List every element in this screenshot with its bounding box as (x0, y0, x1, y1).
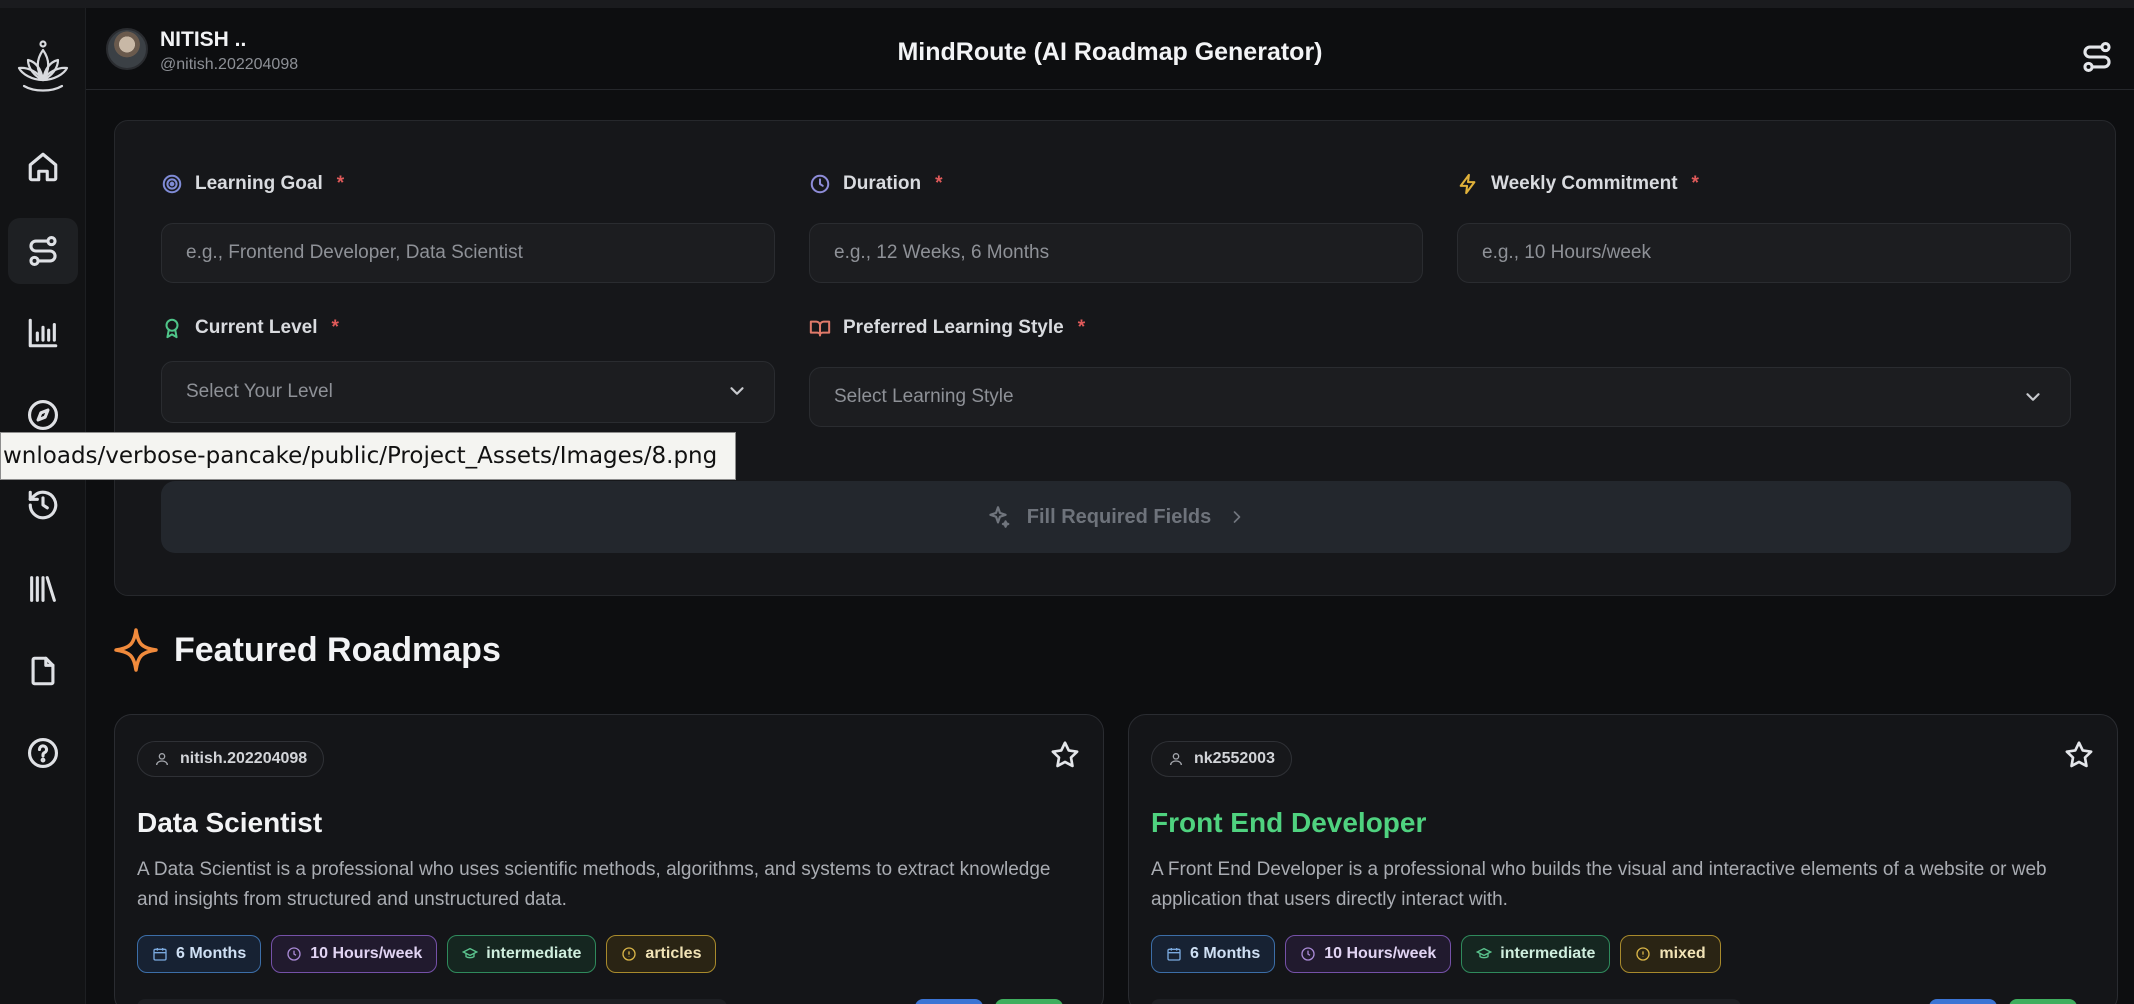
duration-tag: 6 Months (137, 935, 262, 973)
home-icon (28, 152, 58, 182)
page-title: MindRoute (AI Roadmap Generator) (897, 38, 1323, 66)
duration-label: Duration * (809, 173, 943, 195)
progress-track (137, 999, 727, 1004)
author-chip[interactable]: nk2552003 (1151, 741, 1292, 777)
nav-documents[interactable] (8, 638, 78, 704)
chevron-right-icon (1233, 511, 1241, 523)
nav-library[interactable] (8, 556, 78, 622)
nav-help[interactable] (8, 720, 78, 786)
route-icon (2083, 41, 2111, 73)
roadmap-description: A Data Scientist is a professional who u… (137, 859, 1051, 910)
weekly-commitment-label: Weekly Commitment * (1457, 173, 1699, 195)
file-path-tooltip: wnloads/verbose-pancake/public/Project_A… (0, 432, 737, 480)
app-header: NITISH .. @nitish.202204098 MindRoute (A… (86, 8, 2134, 90)
roadmap-form: Learning Goal * e.g., Frontend Developer,… (114, 120, 2116, 596)
generate-roadmap-button[interactable]: Fill Required Fields (161, 481, 2071, 553)
nav-roadmaps[interactable] (8, 218, 78, 284)
weekly-commitment-input[interactable]: e.g., 10 Hours/week (1457, 223, 2071, 283)
target-icon (162, 174, 182, 194)
help-icon (27, 737, 59, 769)
view-roadmap-button[interactable] (1929, 999, 1997, 1004)
tag-list: 6 Months 10 Hours/week intermediate mixe… (1151, 935, 1721, 973)
learning-style-select[interactable]: Select Learning Style (809, 367, 2071, 427)
learning-goal-label: Learning Goal * (161, 173, 344, 195)
nav-analytics[interactable] (8, 300, 78, 366)
hours-tag: 10 Hours/week (271, 935, 438, 973)
star-icon (1051, 741, 1079, 768)
compass-icon (27, 399, 59, 431)
sidebar (0, 8, 86, 1004)
sparkle-star-icon (114, 628, 158, 672)
author-chip[interactable]: nitish.202204098 (137, 741, 325, 777)
clock-icon (287, 947, 301, 961)
learning-goal-input[interactable]: e.g., Frontend Developer, Data Scientist (161, 223, 775, 283)
main-content: NITISH .. @nitish.202204098 MindRoute (A… (86, 8, 2134, 1004)
award-icon (165, 318, 179, 339)
roadmap-card[interactable]: nitish.202204098 Data Scientist A Data S… (114, 714, 1104, 1004)
favorite-star-button[interactable] (1049, 739, 1081, 771)
progress-track (1151, 999, 1741, 1004)
clock-icon (810, 174, 830, 194)
book-open-icon (809, 320, 831, 337)
featured-roadmaps-heading: Featured Roadmaps (112, 626, 501, 674)
level-tag: intermediate (447, 935, 597, 973)
tag-list: 6 Months 10 Hours/week intermediate arti… (137, 935, 717, 973)
current-level-label: Current Level * (161, 317, 339, 339)
user-icon (156, 753, 168, 766)
info-icon (622, 947, 637, 961)
nav-home[interactable] (8, 134, 78, 200)
roadmap-card[interactable]: nk2552003 Front End Developer A Front En… (1128, 714, 2118, 1004)
calendar-icon (153, 948, 167, 961)
bar-chart-icon (28, 318, 58, 348)
favorite-star-button[interactable] (2063, 739, 2095, 771)
lotus-logo-icon[interactable] (14, 38, 72, 100)
route-settings-button[interactable] (2076, 36, 2118, 78)
user-icon (1170, 753, 1182, 766)
history-icon (28, 490, 58, 520)
star-icon (2065, 741, 2093, 768)
calendar-icon (1167, 948, 1181, 961)
info-icon (1636, 947, 1651, 961)
file-icon (31, 656, 55, 686)
style-tag: mixed (1620, 935, 1721, 973)
roadmap-title[interactable]: Data Scientist (137, 807, 322, 839)
duration-input[interactable]: e.g., 12 Weeks, 6 Months (809, 223, 1423, 283)
chevron-down-icon (2026, 393, 2040, 401)
sparkles-icon (989, 506, 1010, 528)
hours-tag: 10 Hours/week (1285, 935, 1452, 973)
level-tag: intermediate (1461, 935, 1611, 973)
current-level-select[interactable]: Select Your Level (161, 361, 775, 423)
graduation-cap-icon (1476, 947, 1493, 959)
view-roadmap-button[interactable] (915, 999, 983, 1004)
start-roadmap-button[interactable] (995, 999, 1063, 1004)
duration-tag: 6 Months (1151, 935, 1276, 973)
browser-top-strip (0, 0, 2134, 8)
clock-icon (1301, 947, 1315, 961)
route-icon (29, 235, 57, 267)
start-roadmap-button[interactable] (2009, 999, 2077, 1004)
graduation-cap-icon (462, 947, 479, 959)
lightning-icon (1459, 173, 1476, 195)
learning-style-label: Preferred Learning Style * (809, 317, 1085, 339)
chevron-down-icon (730, 387, 744, 395)
roadmap-description: A Front End Developer is a professional … (1151, 859, 2047, 910)
nav-history[interactable] (8, 472, 78, 538)
style-tag: articles (606, 935, 717, 973)
library-icon (30, 576, 56, 602)
roadmap-title[interactable]: Front End Developer (1151, 807, 1426, 839)
